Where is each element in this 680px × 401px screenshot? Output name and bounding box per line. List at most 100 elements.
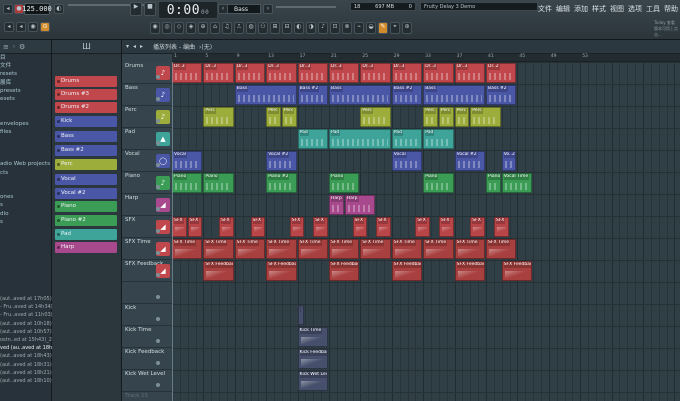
- browser-item[interactable]: dio: [0, 210, 51, 218]
- playlist-clip[interactable]: SFX Time: [234, 239, 266, 259]
- browser-item[interactable]: ones: [0, 193, 51, 201]
- browser-item[interactable]: files: [0, 128, 51, 136]
- track-header[interactable]: SFX ◢: [122, 216, 172, 238]
- countdown-icon[interactable]: ◇: [174, 22, 184, 34]
- playlist-clip[interactable]: Pad: [423, 129, 454, 149]
- recent-project-item[interactable]: (aut..aved at 17h05): [0, 295, 52, 303]
- pattern-item[interactable]: Drums: [55, 76, 117, 87]
- browser-item[interactable]: 目: [0, 54, 51, 62]
- playlist-clip[interactable]: [297, 305, 305, 325]
- browser-item[interactable]: esets: [0, 95, 51, 103]
- pattern-item[interactable]: Drums #2: [55, 102, 117, 113]
- track-mute-dot[interactable]: [156, 251, 160, 255]
- recent-project-item[interactable]: (aut..aved at 18h31): [0, 361, 52, 369]
- track-header[interactable]: SFX Feedback ◢: [122, 260, 172, 282]
- browser-item[interactable]: cts: [0, 169, 51, 177]
- playlist-clip[interactable]: Bass #2: [297, 85, 328, 105]
- menu-edit[interactable]: 编辑: [556, 4, 570, 14]
- playlist-clip[interactable]: Bass: [329, 85, 391, 105]
- overdub-icon[interactable]: ⌂: [210, 22, 220, 34]
- browser-item[interactable]: resets: [0, 70, 51, 78]
- playlist-clip[interactable]: SFX Time: [172, 239, 203, 259]
- playlist-clip[interactable]: Harp: [329, 195, 344, 215]
- browser-item[interactable]: s: [0, 218, 51, 226]
- playlist-clip[interactable]: Perc: [423, 107, 438, 127]
- playlist-clip[interactable]: Perc: [266, 107, 281, 127]
- feedback-icon[interactable]: ⊛: [402, 22, 412, 34]
- track-mute-dot[interactable]: [156, 75, 160, 79]
- browser-item[interactable]: [0, 136, 51, 144]
- piano-roll-icon[interactable]: ◐: [294, 22, 304, 34]
- track-mute-dot[interactable]: [156, 295, 160, 299]
- step-edit-icon[interactable]: ⊕: [198, 22, 208, 34]
- track-mute-dot[interactable]: [156, 119, 160, 123]
- playlist-clip[interactable]: Piano: [203, 173, 234, 193]
- playlist-clip[interactable]: SFX Feedback: [329, 261, 360, 281]
- playlist-clip[interactable]: SFX Time: [391, 239, 423, 259]
- channel-rack-icon[interactable]: ⊟: [282, 22, 292, 34]
- playlist-clip[interactable]: SFX Time: [360, 239, 391, 259]
- track-header[interactable]: Kick Feedback: [122, 348, 172, 370]
- playlist-clip[interactable]: Pad: [329, 129, 391, 149]
- playlist-clip[interactable]: SFX Time: [266, 239, 297, 259]
- plugin-db-icon[interactable]: ⊗: [342, 22, 352, 34]
- playlist-clip[interactable]: SFX Feedback: [266, 261, 297, 281]
- mixer-icon[interactable]: ⊞: [270, 22, 280, 34]
- recent-project-item[interactable]: (aut..aved at 18h43): [0, 352, 52, 360]
- playlist-clip[interactable]: Dr..3: [234, 63, 266, 83]
- plugin-picker-icon[interactable]: ⊡: [330, 22, 340, 34]
- recent-project-item[interactable]: - Fru..aved at 14h34): [0, 303, 52, 311]
- playlist-clip[interactable]: Kick Time: [297, 327, 328, 347]
- track-mute-dot[interactable]: [156, 141, 160, 145]
- track-mute-dot[interactable]: [156, 383, 160, 387]
- pattern-item[interactable]: Vocal #2: [55, 188, 117, 199]
- track-header[interactable]: Piano ♪: [122, 172, 172, 194]
- playlist-clip[interactable]: SFX: [352, 217, 368, 237]
- playlist-clip[interactable]: Perc: [360, 107, 391, 127]
- playlist-grid[interactable]: Dr..3 Dr..3 Dr..3 Dr..3 Dr..3 Dr..3 Dr..3 Dr..3…: [172, 62, 680, 401]
- track-header[interactable]: Drums ♪: [122, 62, 172, 84]
- track-header[interactable]: Perc ♪: [122, 106, 172, 128]
- playlist-clip[interactable]: Piano #2: [266, 173, 297, 193]
- playlist-clip[interactable]: SFX: [313, 217, 328, 237]
- pattern-item[interactable]: Bass #2: [55, 145, 117, 156]
- timeline-ruler[interactable]: 1 5 9 13 17 21 25 29 33 37 41 45 49 53: [172, 54, 680, 62]
- playlist-clip[interactable]: SFX: [172, 217, 187, 237]
- pattern-item[interactable]: Kick: [55, 116, 117, 127]
- browser-item[interactable]: adio Web projects: [0, 160, 51, 168]
- stop-icon[interactable]: ■: [144, 2, 156, 16]
- playlist-clip[interactable]: Perc: [281, 107, 297, 127]
- track-mute-dot[interactable]: [156, 207, 160, 211]
- track-mute-dot[interactable]: [156, 163, 160, 167]
- playlist-clip[interactable]: SFX Time: [329, 239, 360, 259]
- blend-notes-icon[interactable]: ◍: [246, 22, 256, 34]
- playlist-clip[interactable]: SFX: [470, 217, 485, 237]
- playlist-clip[interactable]: Vocal #2: [266, 151, 297, 171]
- recent-project-item[interactable]: ved (au..aved at 18h54): [0, 344, 52, 352]
- browser-item[interactable]: [0, 226, 51, 234]
- playlist-clip[interactable]: Piano: [172, 173, 203, 193]
- cpu-meter-icon[interactable]: ◒: [366, 22, 376, 34]
- browser-item[interactable]: s: [0, 201, 51, 209]
- playlist-arrow-icon[interactable]: ▸: [140, 43, 143, 50]
- track-mute-dot[interactable]: [156, 229, 160, 233]
- playlist-clip[interactable]: Piano: [423, 173, 454, 193]
- browser-item[interactable]: [0, 152, 51, 160]
- playlist-clip[interactable]: SFX Time: [486, 239, 517, 259]
- playlist-clip[interactable]: Dr..3: [172, 63, 203, 83]
- menu-arrow-icon[interactable]: ◂: [3, 4, 13, 14]
- playlist-clip[interactable]: Bass #2: [486, 85, 517, 105]
- playlist-clip[interactable]: SFX: [376, 217, 391, 237]
- track-header[interactable]: Vocal ◯: [122, 150, 172, 172]
- track-mute-dot[interactable]: [156, 97, 160, 101]
- browser-menu-icon[interactable]: ≡: [3, 43, 9, 51]
- track-header[interactable]: Kick Time: [122, 326, 172, 348]
- recent-project-item[interactable]: (aut..aved at 18h21): [0, 369, 52, 377]
- recent-project-item[interactable]: ostn..ed at 15h43)_2: [0, 336, 52, 344]
- playlist-clip[interactable]: SFX Feedback: [454, 261, 485, 281]
- playlist-clip[interactable]: SFX Feedback: [391, 261, 423, 281]
- playlist-clip[interactable]: Dr..3: [423, 63, 454, 83]
- browser-gear-icon[interactable]: ⚙: [19, 43, 25, 51]
- pattern-item[interactable]: Perc: [55, 159, 117, 170]
- browser-item[interactable]: envelopes: [0, 120, 51, 128]
